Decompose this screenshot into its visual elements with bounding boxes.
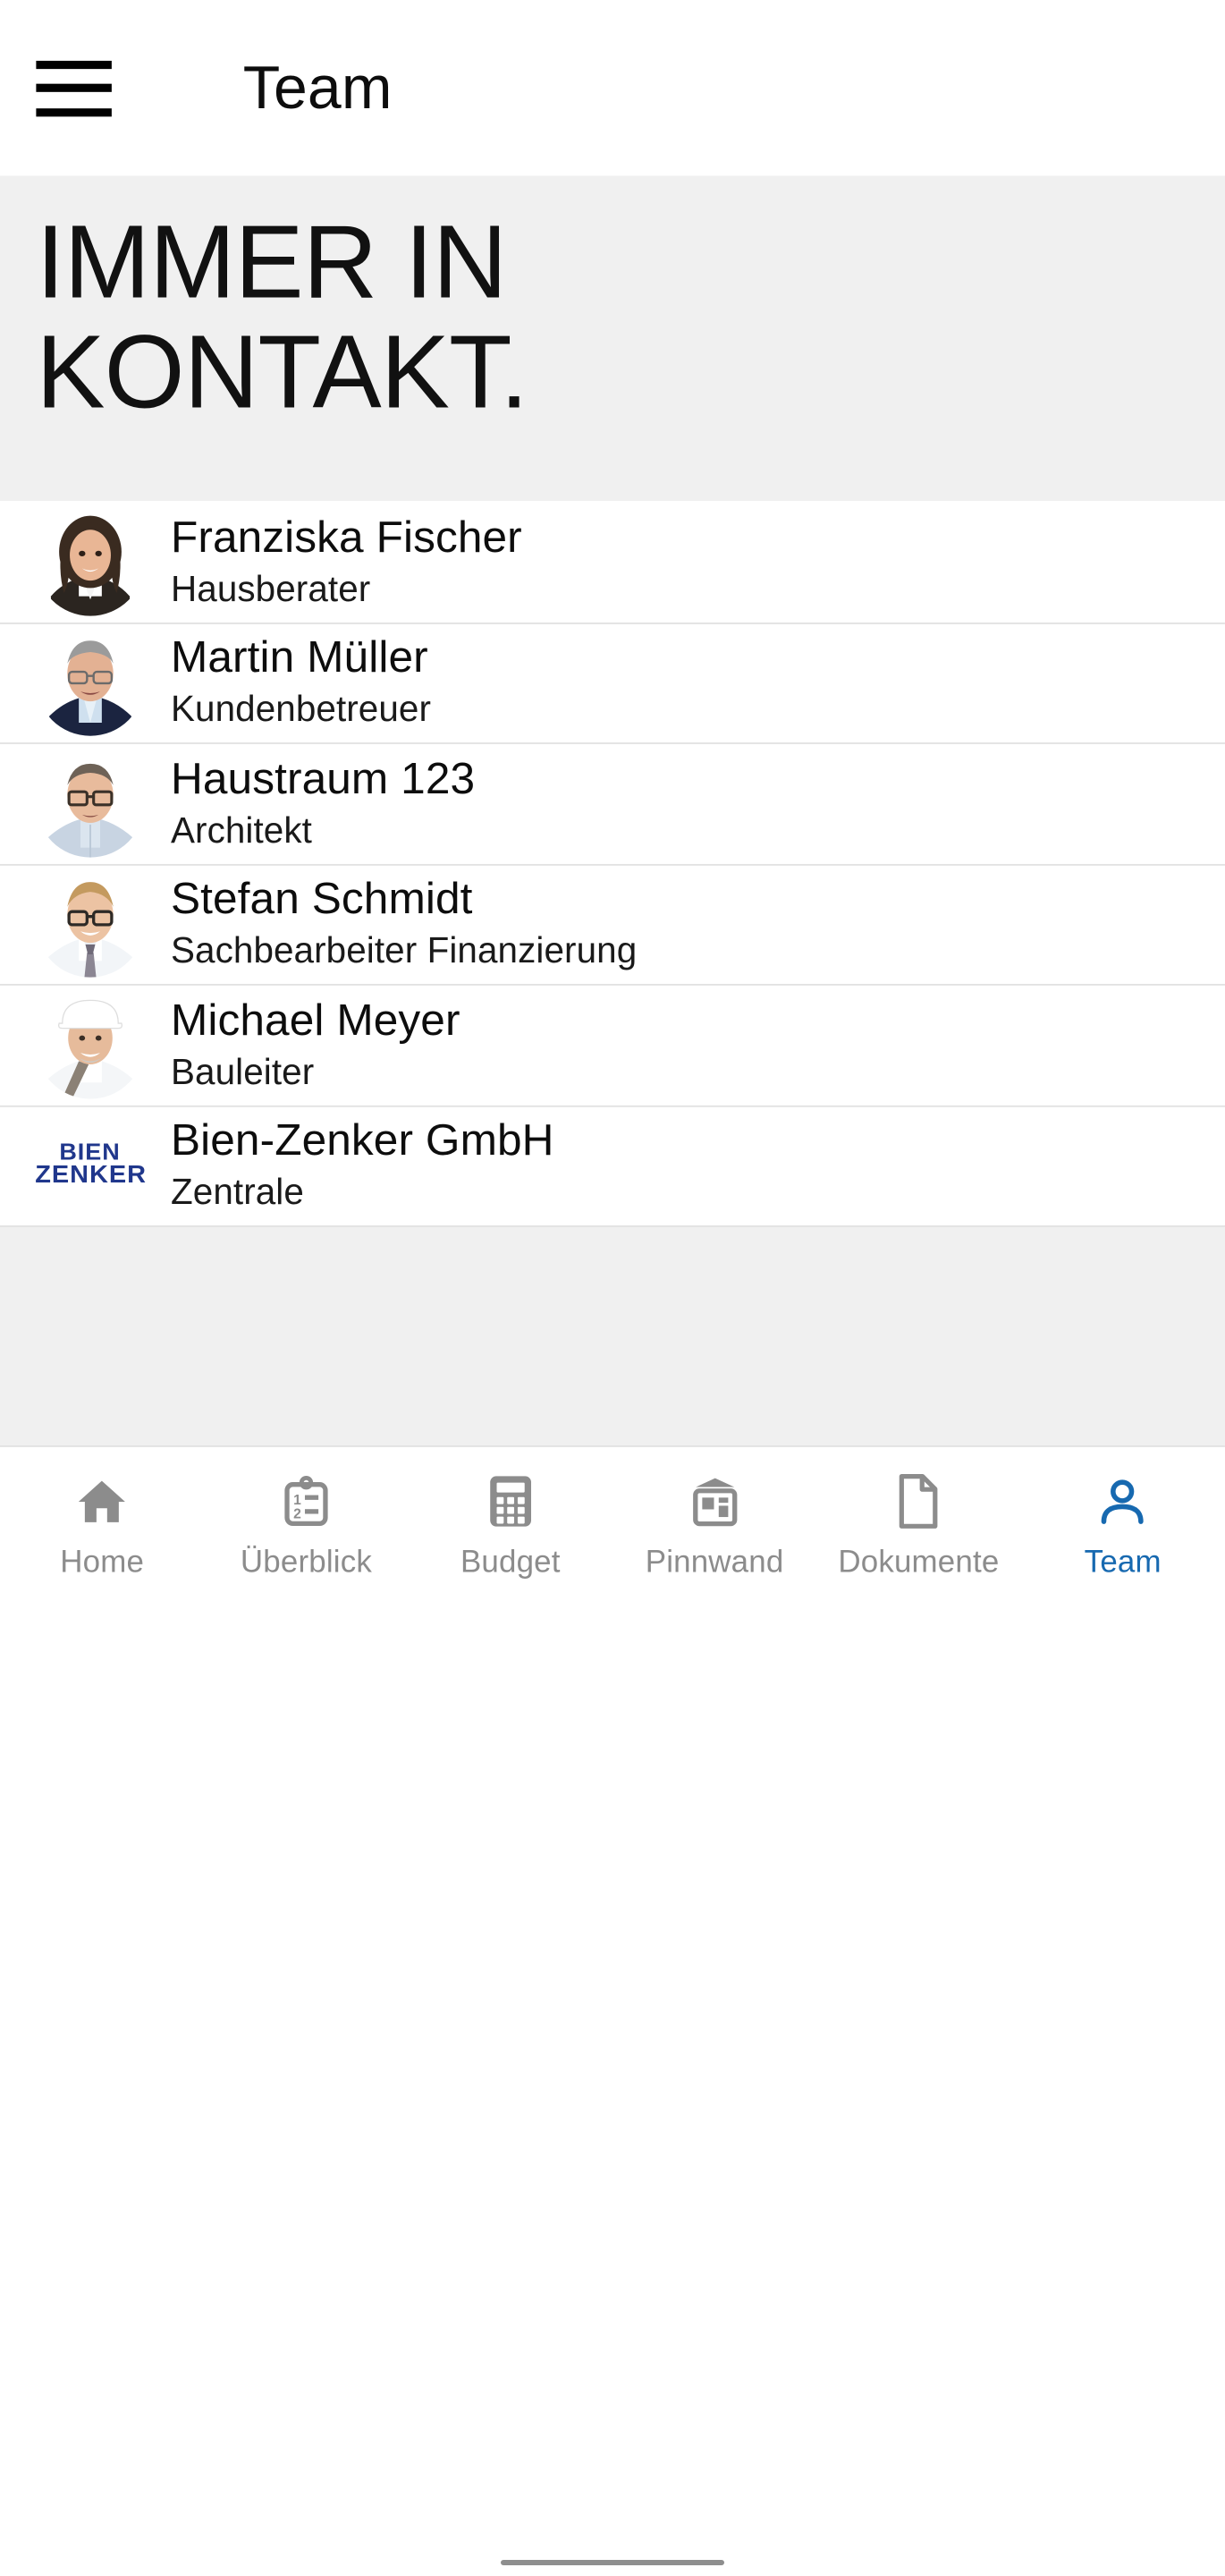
hero-headline-line2: KONTAKT. — [36, 315, 528, 431]
contact-role: Architekt — [170, 809, 313, 851]
tab-pinnwand[interactable]: Pinnwand — [612, 1470, 816, 1582]
logo-line-2: ZENKER — [34, 1160, 147, 1190]
tab-ueberblick[interactable]: 1 2 Überblick — [204, 1470, 408, 1582]
app-canvas: Team IMMER IN KONTAKT. Franziska Fischer… — [0, 0, 1225, 2576]
tab-label: Team — [1084, 1546, 1162, 1580]
person-icon — [1095, 1470, 1150, 1533]
hamburger-bar — [36, 107, 112, 116]
app-bar: Team — [0, 0, 1225, 176]
clipboard-list-icon: 1 2 — [279, 1470, 334, 1533]
empty-space — [0, 1224, 1225, 1446]
home-icon — [74, 1470, 130, 1533]
contact-list: Franziska Fischer Hausberater Martin Mül… — [0, 501, 1225, 1225]
bulletin-board-icon — [688, 1470, 742, 1533]
tab-dokumente[interactable]: Dokumente — [816, 1470, 1020, 1582]
hamburger-bar — [36, 83, 112, 92]
list-item-text: Martin Müller Kundenbetreuer — [171, 631, 431, 733]
home-indicator-wrap — [0, 2560, 1225, 2565]
document-icon — [896, 1470, 942, 1533]
list-item[interactable]: BIEN ZENKER Bien-Zenker GmbH Zentrale — [0, 1104, 1225, 1226]
home-indicator[interactable] — [501, 2560, 724, 2565]
contact-role: Zentrale — [170, 1171, 304, 1213]
list-item[interactable]: Haustraum 123 Architekt — [0, 742, 1225, 864]
contact-name: Stefan Schmidt — [170, 874, 473, 924]
contact-name: Martin Müller — [170, 632, 428, 682]
list-item[interactable]: Martin Müller Kundenbetreuer — [0, 622, 1225, 743]
tab-team[interactable]: Team — [1021, 1470, 1225, 1582]
tab-label: Überblick — [240, 1546, 373, 1580]
list-item-text: Bien-Zenker GmbH Zentrale — [171, 1114, 554, 1216]
tab-label: Pinnwand — [645, 1546, 784, 1580]
bien-zenker-logo: BIEN ZENKER — [30, 1105, 151, 1226]
tab-label: Home — [60, 1546, 145, 1580]
list-item-text: Michael Meyer Bauleiter — [171, 994, 460, 1096]
bottom-tab-bar: Home 1 2 Überblick Budget Pinnwand Dokum… — [0, 1445, 1225, 1623]
avatar — [30, 863, 151, 985]
list-item[interactable]: Michael Meyer Bauleiter — [0, 984, 1225, 1105]
svg-text:1: 1 — [293, 1492, 301, 1507]
phone-screen: Team IMMER IN KONTAKT. Franziska Fischer… — [0, 0, 1225, 2576]
list-item[interactable]: Stefan Schmidt Sachbearbeiter Finanzieru… — [0, 863, 1225, 985]
list-item[interactable]: Franziska Fischer Hausberater — [0, 501, 1225, 623]
contact-role: Sachbearbeiter Finanzierung — [170, 929, 638, 971]
tab-label: Budget — [460, 1546, 561, 1580]
contact-role: Kundenbetreuer — [170, 688, 432, 730]
tab-label: Dokumente — [838, 1546, 1000, 1580]
contact-name: Franziska Fischer — [170, 512, 522, 562]
hamburger-menu-icon[interactable] — [36, 60, 112, 116]
hero-headline-line1: IMMER IN — [36, 205, 507, 321]
list-item-text: Stefan Schmidt Sachbearbeiter Finanzieru… — [171, 873, 637, 975]
contact-name: Haustraum 123 — [170, 753, 476, 803]
calculator-icon — [486, 1470, 535, 1533]
avatar — [30, 984, 151, 1106]
tab-budget[interactable]: Budget — [409, 1470, 612, 1582]
page-title: Team — [242, 54, 393, 122]
avatar — [30, 742, 151, 864]
avatar — [30, 622, 151, 743]
contact-role: Bauleiter — [170, 1050, 315, 1092]
avatar — [30, 501, 151, 623]
svg-text:2: 2 — [293, 1506, 301, 1521]
contact-name: Bien-Zenker GmbH — [170, 1115, 554, 1165]
list-item-text: Franziska Fischer Hausberater — [171, 511, 522, 613]
contact-name: Michael Meyer — [170, 995, 460, 1045]
hamburger-bar — [36, 60, 112, 69]
hero-section: IMMER IN KONTAKT. — [0, 175, 1225, 502]
list-item-text: Haustraum 123 Architekt — [171, 752, 475, 854]
tab-home[interactable]: Home — [0, 1470, 204, 1582]
contact-role: Hausberater — [170, 567, 371, 609]
